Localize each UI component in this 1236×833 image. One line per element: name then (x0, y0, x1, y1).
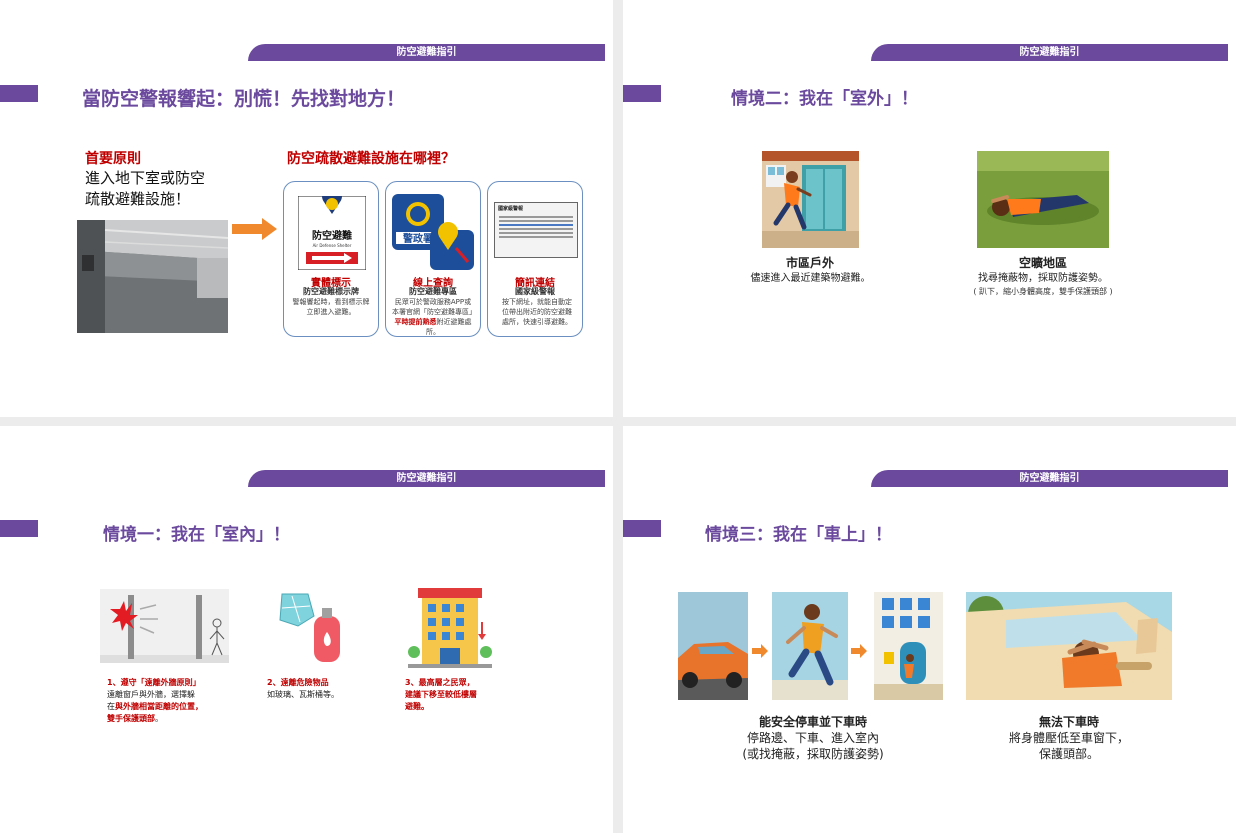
slide-heading: 情境二：我在「室外」！ (731, 89, 918, 109)
cannot-exit-line: 保護頭部。 (1038, 747, 1099, 761)
slide-heading: 情境三：我在「車上」！ (705, 525, 892, 545)
enter-building-illustration (874, 592, 943, 700)
slide-banner: 防空避難指引 (248, 44, 605, 61)
card-subtitle: 防空避難專區 (409, 287, 457, 296)
slide-in-car[interactable]: 防空避難指引 情境三：我在「車上」！ 能安全停車並下車時 停路邊、下車、進入室內… (623, 426, 1236, 833)
building-illustration (408, 588, 492, 668)
running-person-illustration (772, 592, 848, 700)
principle-line: 進入地下室或防空 (85, 169, 206, 187)
item-body-emphasis: 雙手保護頭部 (107, 714, 155, 723)
alert-header: 國家級警報 (498, 206, 524, 212)
item-body-line: 在與外牆相當距離的位置， (107, 701, 242, 713)
card-body: 民眾可於警政服務APP或本署官網「防空避難專區」平時提前熟悉附近避難處所。 (392, 297, 476, 336)
slide-heading: 情境一：我在「室內」！ (103, 525, 290, 545)
title-tab (0, 520, 38, 537)
slide-banner: 防空避難指引 (871, 44, 1228, 61)
principle-title: 首要原則 (85, 151, 141, 167)
item-title: 1、遵守「遠離外牆原則」 (107, 678, 201, 687)
item-body-emphasis: 建議下移至較低樓層 (405, 690, 477, 699)
card-subtitle: 防空避難標示牌 (303, 287, 359, 296)
slide-banner: 防空避難指引 (871, 470, 1228, 487)
title-tab (623, 520, 661, 537)
hazard-items-illustration (279, 593, 340, 662)
open-area-note: ( 趴下，縮小身體高度，雙手保護頭部 ) (973, 287, 1113, 296)
slide-outdoor[interactable]: 防空避難指引 情境二：我在「室外」！ 市區戶外 儘速進入最近建築物避難。 空曠地… (623, 0, 1236, 417)
step-arrow-icon (752, 644, 768, 658)
indoor-item-3: 3、最高層之民眾， 建議下移至較低樓層 避難。 (405, 677, 525, 713)
indoor-item-1: 1、遵守「遠離外牆原則」 遠離窗戶與外牆，選擇躲 在與外牆相當距離的位置， 雙手… (107, 677, 242, 725)
card-body: 按下網址，就能自動定位帶出附近的防空避難處所，快速引導避難。 (502, 298, 572, 326)
title-tab (0, 85, 38, 102)
where-title: 防空疏散避難設施在哪裡？ (287, 151, 455, 167)
open-area-illustration (977, 151, 1109, 248)
item-title: 3、最高層之民眾， (405, 678, 475, 687)
item-body-text: 在 (107, 702, 115, 711)
item-body: 如玻璃、瓦斯桶等。 (267, 690, 339, 699)
item-body-emphasis: 避難。 (405, 702, 429, 711)
item-title: 2、遠離危險物品 (267, 678, 329, 687)
card-body: 警報響起時，看到標示牌立即進入避難。 (292, 298, 370, 316)
slide-indoor[interactable]: 防空避難指引 情境一：我在「室內」！ 1、遵守「遠離外牆原則」 遠離窗戶與外牆，… (0, 426, 613, 833)
city-outdoor-title: 市區戶外 (785, 256, 834, 270)
title-tab (623, 85, 661, 102)
item-body: 遠離窗戶與外牆，選擇躲 (107, 690, 195, 699)
sign-text: 防空避難 (312, 229, 352, 242)
can-exit-line: (或找掩蔽，採取防護姿勢) (742, 747, 884, 761)
open-area-title: 空曠地區 (1018, 256, 1067, 270)
cannot-exit-line: 將身體壓低至車窗下， (1008, 731, 1129, 745)
city-outdoor-body: 儘速進入最近建築物避難。 (750, 273, 871, 284)
shelter-sign-icon: 防空避難 Air Defense Shelter (298, 196, 366, 270)
card-subtitle: 國家級警報 (515, 287, 555, 296)
item-body-emphasis: 與外牆相當距離的位置， (115, 702, 203, 711)
wall-blast-illustration (100, 589, 229, 663)
card-physical-sign: 防空避難 Air Defense Shelter 實體標示 防空避難標示牌 警報… (283, 181, 379, 337)
item-body-text: 。 (155, 714, 163, 723)
slide-banner: 防空避難指引 (248, 470, 605, 487)
item-body-line: 雙手保護頭部。 (107, 713, 242, 725)
step-arrow-icon (851, 644, 867, 658)
slide-air-raid-intro[interactable]: 防空避難指引 當防空警報響起：別慌！先找對地方！ 首要原則 進入地下室或防空 疏… (0, 0, 613, 417)
can-exit-line: 停路邊、下車、進入室內 (746, 731, 879, 745)
alert-screenshot: 國家級警報 (494, 202, 578, 258)
cannot-exit-title: 無法下車時 (1038, 715, 1099, 729)
slide-heading: 當防空警報響起：別慌！先找對地方！ (82, 88, 406, 110)
city-outdoor-illustration (762, 151, 859, 248)
duck-in-car-illustration (966, 592, 1172, 700)
open-area-body: 找尋掩蔽物，採取防護姿勢。 (978, 273, 1108, 284)
sign-subtext: Air Defense Shelter (313, 243, 352, 248)
card-body-text: 民眾可於警政服務APP或本署官網「防空避難專區」 (392, 298, 476, 316)
car-stop-illustration (678, 592, 748, 700)
orange-arrow-icon (232, 218, 277, 240)
police-app-icon: 警政署 (392, 194, 474, 270)
police-text: 警政署 (402, 232, 433, 245)
principle-body: 進入地下室或防空 疏散避難設施！ (85, 168, 205, 210)
card-online-query: 警政署 線上查詢 防空避難專區 民眾可於警政服務APP或本署官網「防空避難專區」… (385, 181, 481, 337)
card-body-emphasis: 平時提前熟悉 (394, 318, 437, 326)
can-exit-title: 能安全停車並下車時 (758, 715, 867, 729)
indoor-item-2: 2、遠離危險物品 如玻璃、瓦斯桶等。 (267, 677, 387, 701)
principle-line: 疏散避難設施！ (85, 190, 191, 208)
basement-photo (77, 220, 228, 333)
card-sms-link: 國家級警報 簡訊連結 國家級警報 按下網址，就能自動定位帶出附近的防空避難處所，… (487, 181, 583, 337)
